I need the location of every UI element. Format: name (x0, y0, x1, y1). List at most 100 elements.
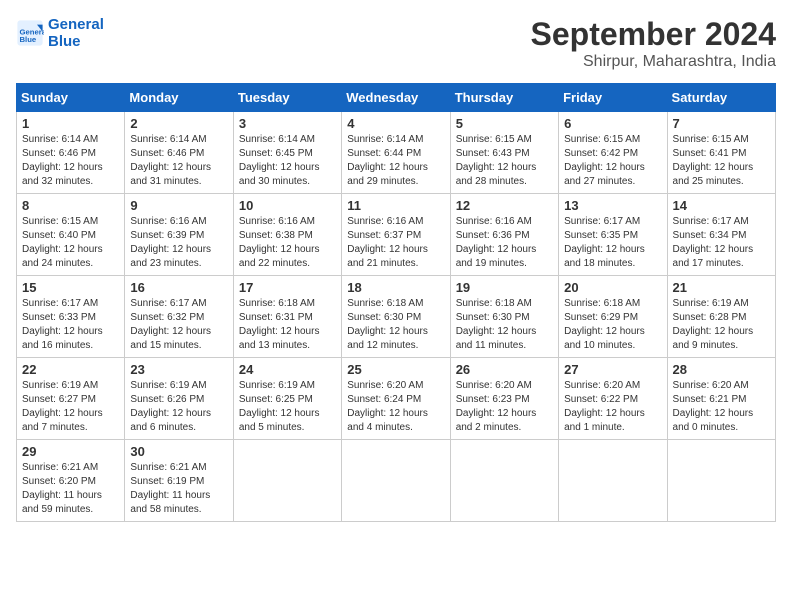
cell-info: Sunrise: 6:19 AMSunset: 6:25 PMDaylight:… (239, 379, 336, 435)
calendar-cell: 19 Sunrise: 6:18 AMSunset: 6:30 PMDaylig… (450, 276, 558, 358)
logo-icon: General Blue (16, 19, 44, 47)
calendar-cell: 24 Sunrise: 6:19 AMSunset: 6:25 PMDaylig… (233, 358, 341, 440)
calendar-cell: 7 Sunrise: 6:15 AMSunset: 6:41 PMDayligh… (667, 112, 775, 194)
calendar-cell: 21 Sunrise: 6:19 AMSunset: 6:28 PMDaylig… (667, 276, 775, 358)
calendar-cell: 14 Sunrise: 6:17 AMSunset: 6:34 PMDaylig… (667, 194, 775, 276)
cell-info: Sunrise: 6:15 AMSunset: 6:41 PMDaylight:… (673, 133, 770, 189)
cell-info: Sunrise: 6:19 AMSunset: 6:28 PMDaylight:… (673, 297, 770, 353)
calendar-cell: 13 Sunrise: 6:17 AMSunset: 6:35 PMDaylig… (559, 194, 667, 276)
cell-info: Sunrise: 6:20 AMSunset: 6:22 PMDaylight:… (564, 379, 661, 435)
cell-info: Sunrise: 6:20 AMSunset: 6:21 PMDaylight:… (673, 379, 770, 435)
day-number: 26 (456, 362, 553, 377)
day-number: 5 (456, 116, 553, 131)
calendar-cell (233, 440, 341, 522)
cell-info: Sunrise: 6:20 AMSunset: 6:23 PMDaylight:… (456, 379, 553, 435)
calendar-cell: 2 Sunrise: 6:14 AMSunset: 6:46 PMDayligh… (125, 112, 233, 194)
day-number: 29 (22, 444, 119, 459)
day-number: 27 (564, 362, 661, 377)
day-number: 15 (22, 280, 119, 295)
cell-info: Sunrise: 6:16 AMSunset: 6:37 PMDaylight:… (347, 215, 444, 271)
calendar-cell: 27 Sunrise: 6:20 AMSunset: 6:22 PMDaylig… (559, 358, 667, 440)
col-friday: Friday (559, 84, 667, 112)
calendar-cell: 17 Sunrise: 6:18 AMSunset: 6:31 PMDaylig… (233, 276, 341, 358)
page-header: General Blue General Blue September 2024… (16, 16, 776, 71)
calendar-week-row: 22 Sunrise: 6:19 AMSunset: 6:27 PMDaylig… (17, 358, 776, 440)
day-number: 1 (22, 116, 119, 131)
calendar-cell: 18 Sunrise: 6:18 AMSunset: 6:30 PMDaylig… (342, 276, 450, 358)
cell-info: Sunrise: 6:15 AMSunset: 6:42 PMDaylight:… (564, 133, 661, 189)
cell-info: Sunrise: 6:16 AMSunset: 6:36 PMDaylight:… (456, 215, 553, 271)
day-number: 4 (347, 116, 444, 131)
day-number: 24 (239, 362, 336, 377)
calendar-cell: 4 Sunrise: 6:14 AMSunset: 6:44 PMDayligh… (342, 112, 450, 194)
calendar-cell: 22 Sunrise: 6:19 AMSunset: 6:27 PMDaylig… (17, 358, 125, 440)
day-number: 18 (347, 280, 444, 295)
calendar-cell (559, 440, 667, 522)
calendar-cell: 10 Sunrise: 6:16 AMSunset: 6:38 PMDaylig… (233, 194, 341, 276)
calendar-cell (667, 440, 775, 522)
day-number: 9 (130, 198, 227, 213)
day-number: 12 (456, 198, 553, 213)
col-saturday: Saturday (667, 84, 775, 112)
day-number: 30 (130, 444, 227, 459)
cell-info: Sunrise: 6:19 AMSunset: 6:27 PMDaylight:… (22, 379, 119, 435)
calendar-week-row: 15 Sunrise: 6:17 AMSunset: 6:33 PMDaylig… (17, 276, 776, 358)
day-number: 23 (130, 362, 227, 377)
calendar-cell: 8 Sunrise: 6:15 AMSunset: 6:40 PMDayligh… (17, 194, 125, 276)
day-number: 10 (239, 198, 336, 213)
calendar-cell: 6 Sunrise: 6:15 AMSunset: 6:42 PMDayligh… (559, 112, 667, 194)
day-number: 28 (673, 362, 770, 377)
calendar-cell: 1 Sunrise: 6:14 AMSunset: 6:46 PMDayligh… (17, 112, 125, 194)
cell-info: Sunrise: 6:14 AMSunset: 6:44 PMDaylight:… (347, 133, 444, 189)
day-number: 13 (564, 198, 661, 213)
cell-info: Sunrise: 6:18 AMSunset: 6:30 PMDaylight:… (347, 297, 444, 353)
col-wednesday: Wednesday (342, 84, 450, 112)
cell-info: Sunrise: 6:15 AMSunset: 6:40 PMDaylight:… (22, 215, 119, 271)
cell-info: Sunrise: 6:17 AMSunset: 6:32 PMDaylight:… (130, 297, 227, 353)
cell-info: Sunrise: 6:21 AMSunset: 6:20 PMDaylight:… (22, 461, 119, 517)
month-title: September 2024 (531, 16, 776, 53)
calendar-cell: 9 Sunrise: 6:16 AMSunset: 6:39 PMDayligh… (125, 194, 233, 276)
cell-info: Sunrise: 6:17 AMSunset: 6:35 PMDaylight:… (564, 215, 661, 271)
calendar-cell: 12 Sunrise: 6:16 AMSunset: 6:36 PMDaylig… (450, 194, 558, 276)
day-number: 21 (673, 280, 770, 295)
logo-blue: Blue (48, 33, 104, 50)
calendar-week-row: 1 Sunrise: 6:14 AMSunset: 6:46 PMDayligh… (17, 112, 776, 194)
calendar-week-row: 29 Sunrise: 6:21 AMSunset: 6:20 PMDaylig… (17, 440, 776, 522)
calendar-cell: 28 Sunrise: 6:20 AMSunset: 6:21 PMDaylig… (667, 358, 775, 440)
calendar-cell: 11 Sunrise: 6:16 AMSunset: 6:37 PMDaylig… (342, 194, 450, 276)
col-monday: Monday (125, 84, 233, 112)
cell-info: Sunrise: 6:17 AMSunset: 6:34 PMDaylight:… (673, 215, 770, 271)
day-number: 20 (564, 280, 661, 295)
col-tuesday: Tuesday (233, 84, 341, 112)
day-number: 19 (456, 280, 553, 295)
svg-text:Blue: Blue (20, 35, 37, 44)
cell-info: Sunrise: 6:21 AMSunset: 6:19 PMDaylight:… (130, 461, 227, 517)
calendar-header-row: Sunday Monday Tuesday Wednesday Thursday… (17, 84, 776, 112)
cell-info: Sunrise: 6:16 AMSunset: 6:38 PMDaylight:… (239, 215, 336, 271)
cell-info: Sunrise: 6:16 AMSunset: 6:39 PMDaylight:… (130, 215, 227, 271)
cell-info: Sunrise: 6:18 AMSunset: 6:29 PMDaylight:… (564, 297, 661, 353)
calendar-cell: 16 Sunrise: 6:17 AMSunset: 6:32 PMDaylig… (125, 276, 233, 358)
logo: General Blue General Blue (16, 16, 104, 51)
cell-info: Sunrise: 6:14 AMSunset: 6:46 PMDaylight:… (130, 133, 227, 189)
logo-general: General (48, 16, 104, 33)
cell-info: Sunrise: 6:15 AMSunset: 6:43 PMDaylight:… (456, 133, 553, 189)
calendar-cell (342, 440, 450, 522)
day-number: 17 (239, 280, 336, 295)
day-number: 16 (130, 280, 227, 295)
calendar-cell (450, 440, 558, 522)
day-number: 6 (564, 116, 661, 131)
calendar-cell: 23 Sunrise: 6:19 AMSunset: 6:26 PMDaylig… (125, 358, 233, 440)
cell-info: Sunrise: 6:19 AMSunset: 6:26 PMDaylight:… (130, 379, 227, 435)
calendar-cell: 25 Sunrise: 6:20 AMSunset: 6:24 PMDaylig… (342, 358, 450, 440)
day-number: 7 (673, 116, 770, 131)
location-subtitle: Shirpur, Maharashtra, India (531, 53, 776, 71)
calendar-cell: 5 Sunrise: 6:15 AMSunset: 6:43 PMDayligh… (450, 112, 558, 194)
day-number: 11 (347, 198, 444, 213)
title-block: September 2024 Shirpur, Maharashtra, Ind… (531, 16, 776, 71)
cell-info: Sunrise: 6:18 AMSunset: 6:30 PMDaylight:… (456, 297, 553, 353)
calendar-cell: 26 Sunrise: 6:20 AMSunset: 6:23 PMDaylig… (450, 358, 558, 440)
day-number: 14 (673, 198, 770, 213)
calendar-table: Sunday Monday Tuesday Wednesday Thursday… (16, 83, 776, 522)
